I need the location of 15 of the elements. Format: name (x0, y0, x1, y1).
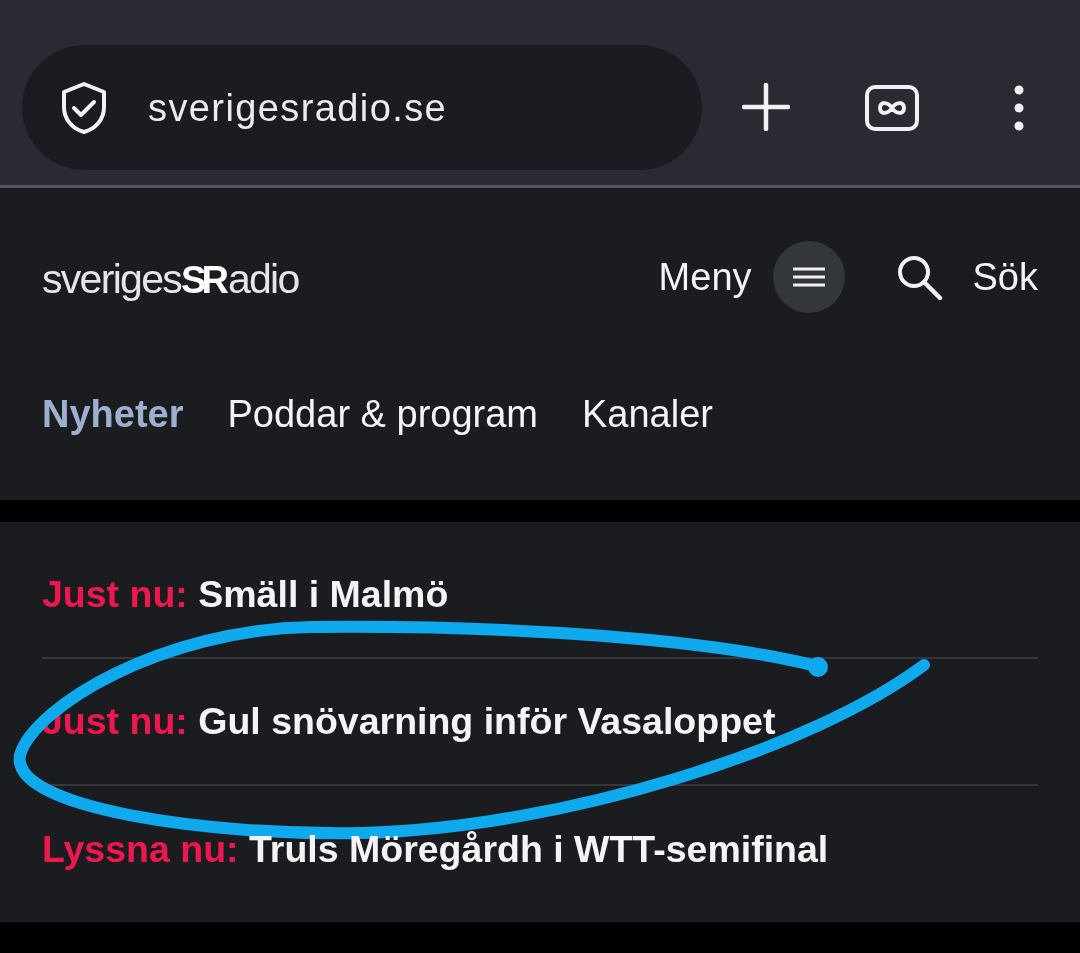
search-button[interactable]: Sök (894, 254, 1038, 300)
more-menu-icon[interactable] (1013, 85, 1025, 131)
shield-check-icon[interactable] (60, 80, 108, 135)
nav-tab[interactable]: Poddar & program (227, 390, 538, 438)
url-text: sverigesradio.se (148, 85, 448, 130)
nav-tab[interactable]: Nyheter (42, 390, 184, 438)
menu-icon[interactable] (772, 241, 845, 313)
headline-link[interactable]: Lyssna nu: Truls Möregårdh i WTT-semifinal (42, 825, 829, 872)
site-logo[interactable]: sverigesSRadio (42, 254, 299, 304)
plus-icon[interactable] (742, 83, 790, 131)
address-bar[interactable]: sverigesradio.se (22, 45, 702, 170)
menu-button[interactable]: Meny (658, 241, 845, 313)
nav-tab[interactable]: Kanaler (582, 390, 713, 438)
infinity-box-icon[interactable] (865, 85, 919, 131)
headline-link[interactable]: Just nu: Smäll i Malmö (42, 570, 449, 617)
